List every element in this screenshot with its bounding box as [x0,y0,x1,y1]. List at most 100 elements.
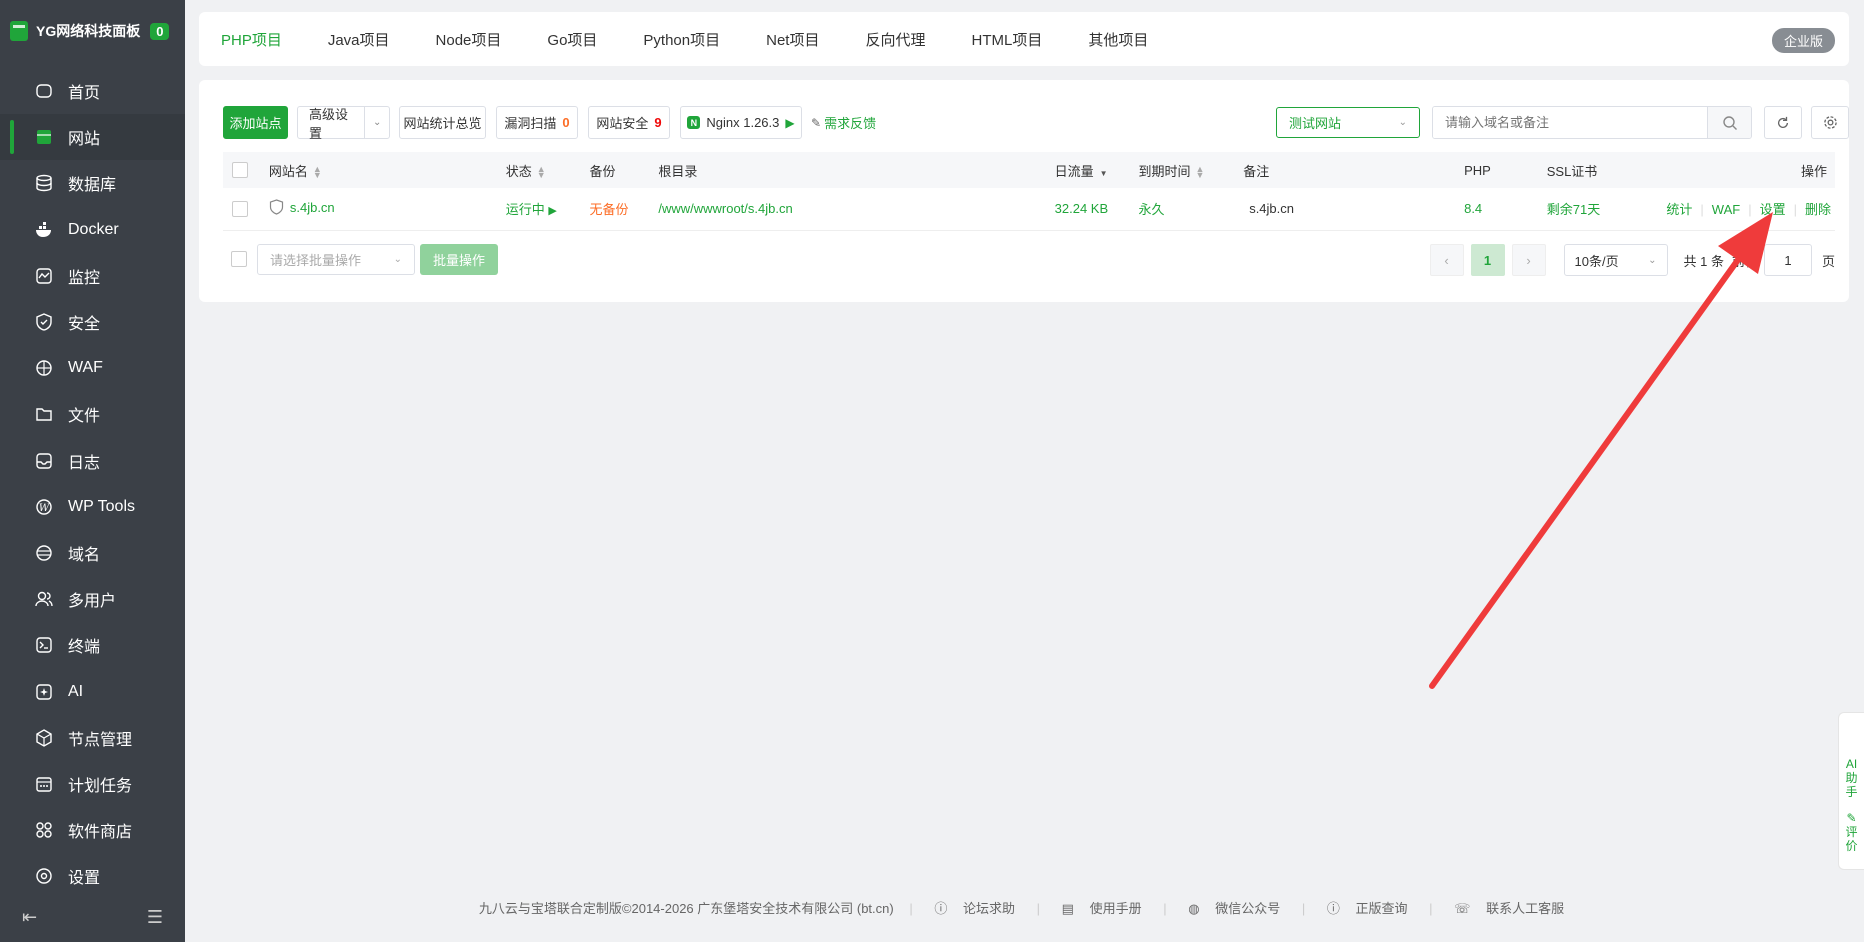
batch-select[interactable]: 请选择批量操作 ⌄ [257,244,415,275]
tab-4[interactable]: Python项目 [643,12,720,67]
category-select[interactable]: 测试网站 ⌄ [1276,107,1420,138]
sidebar-item-monitor[interactable]: 监控 [0,253,185,299]
ssl-status[interactable]: 剩余71天 [1547,202,1600,217]
expire-value[interactable]: 永久 [1138,202,1164,217]
sidebar-item-users[interactable]: 多用户 [0,576,185,622]
site-security-button[interactable]: 网站安全 9 [588,106,670,139]
sidebar-item-calendar[interactable]: 计划任务 [0,761,185,807]
page-footer: 九八云与宝塔联合定制版©2014-2026 广东堡塔安全技术有限公司 (bt.c… [185,898,1864,917]
sidebar-item-shield[interactable]: 安全 [0,299,185,345]
tab-2[interactable]: Node项目 [436,12,502,67]
home-icon [34,81,54,101]
sidebar-item-log[interactable]: 日志 [0,438,185,484]
prev-page-button[interactable]: ‹ [1429,244,1464,276]
menu-list-icon[interactable]: ☰ [147,907,163,928]
node-icon [34,728,54,748]
page-number[interactable]: 1 [1470,244,1505,276]
page-size-value: 10条/页 [1574,253,1619,269]
total-count: 共 1 条 [1683,253,1724,269]
enterprise-badge[interactable]: 企业版 [1771,28,1835,53]
tab-6[interactable]: 反向代理 [865,12,925,67]
search-button[interactable] [1707,107,1751,138]
sidebar-item-globe[interactable]: 域名 [0,530,185,576]
nginx-status-button[interactable]: N Nginx 1.26.3 ▶ [680,106,802,139]
sidebar-item-ai[interactable]: AI [0,668,185,714]
tab-0[interactable]: PHP项目 [221,12,282,67]
sidebar-item-terminal[interactable]: 终端 [0,622,185,668]
sidebar-item-node[interactable]: 节点管理 [0,715,185,761]
vuln-scan-button[interactable]: 漏洞扫描 0 [496,106,578,139]
delete-link[interactable]: 删除 [1805,202,1831,217]
tab-7[interactable]: HTML项目 [971,12,1042,67]
col-name[interactable]: 网站名 ▲ ▼ [269,152,506,188]
select-all-checkbox[interactable] [232,162,248,179]
support-label: 联系人工客服 [1486,901,1565,916]
sidebar-item-settings[interactable]: 设置 [0,853,185,899]
wechat-link[interactable]: ◍ 微信公众号 [1182,901,1286,916]
sidebar-item-waf[interactable]: WAF [0,345,185,391]
advanced-settings-dropdown[interactable]: 高级设置 ⌄ [297,106,390,141]
site-name-link[interactable]: s.4jb.cn [290,200,335,215]
log-icon [34,451,54,471]
root-dir-link[interactable]: /www/wwwroot/s.4jb.cn [658,201,792,216]
manual-link[interactable]: ▤ 使用手册 [1056,901,1148,916]
terminal-icon [34,635,54,655]
collapse-sidebar-icon[interactable]: ⇤ [22,907,37,928]
php-version[interactable]: 8.4 [1464,201,1482,216]
goto-page-input[interactable]: 1 [1763,244,1812,276]
monitor-icon [34,266,54,286]
col-expire[interactable]: 到期时间 ▲ ▼ [1138,152,1243,188]
col-status[interactable]: 状态 ▲ ▼ [506,152,590,188]
page-size-select[interactable]: 10条/页 ⌄ [1563,244,1668,276]
batch-button[interactable]: 批量操作 [420,244,498,275]
ai-widget-line: AI [1845,757,1858,771]
refresh-button[interactable] [1764,106,1802,139]
sidebar-item-home[interactable]: 首页 [0,68,185,114]
sidebar-item-label: 软件商店 [68,824,133,842]
add-site-button[interactable]: 添加站点 [223,106,288,139]
website-icon [34,127,54,147]
search-input[interactable] [1433,107,1707,138]
tab-8[interactable]: 其他项目 [1088,12,1148,67]
nginx-icon: N [687,116,701,129]
col-root: 根目录 [658,163,698,179]
sidebar-item-store[interactable]: 软件商店 [0,807,185,853]
col-expire-label: 到期时间 [1138,163,1191,179]
settings-button[interactable] [1811,106,1849,139]
license-check-link[interactable]: ⓘ 正版查询 [1321,901,1414,916]
note-value[interactable]: s.4jb.cn [1249,201,1294,216]
next-page-button[interactable]: › [1511,244,1546,276]
svg-text:W: W [39,503,50,514]
backup-link[interactable]: 无备份 [590,202,629,217]
toolbar: 添加站点 高级设置 ⌄ 网站统计总览 漏洞扫描 0 网站安全 9 N Nginx… [223,106,1849,141]
sidebar-item-website[interactable]: 网站 [0,114,185,161]
tab-1[interactable]: Java项目 [328,12,390,67]
feedback-link[interactable]: ✎ 需求反馈 [811,106,876,139]
stats-overview-button[interactable]: 网站统计总览 [399,106,486,139]
sidebar-item-folder[interactable]: 文件 [0,391,185,437]
batch-checkbox[interactable] [231,251,247,267]
search-icon [1722,115,1737,130]
support-link[interactable]: ☏ 联系人工客服 [1448,901,1570,916]
brand[interactable]: YG网络科技面板 0 [0,0,185,62]
sidebar-item-wordpress[interactable]: W WP Tools [0,484,185,530]
info-icon: ⓘ [1326,901,1340,916]
site-status-label: 运行中 [505,202,545,218]
forum-help-link[interactable]: ⓘ 论坛求助 [928,901,1021,916]
row-checkbox[interactable] [232,201,248,218]
tab-3[interactable]: Go项目 [547,12,597,67]
nginx-version: Nginx 1.26.3 [706,115,780,130]
waf-link[interactable]: WAF [1712,202,1740,217]
sidebar-item-docker[interactable]: Docker [0,207,185,253]
ai-assistant-widget[interactable]: AI 助 手 ✎ 评 价 [1838,712,1864,870]
site-search [1432,106,1752,139]
settings-link[interactable]: 设置 [1760,202,1786,217]
traffic-value[interactable]: 32.24 KB [1055,201,1109,216]
site-status[interactable]: 运行中 ▶ [506,202,557,217]
stats-link[interactable]: 统计 [1666,202,1692,217]
wechat-label: 微信公众号 [1215,901,1281,916]
vuln-scan-label: 漏洞扫描 [504,116,557,131]
sidebar-item-database[interactable]: 数据库 [0,160,185,206]
tab-5[interactable]: Net项目 [766,12,819,67]
col-traffic[interactable]: 日流量 ▼ [1055,152,1139,188]
